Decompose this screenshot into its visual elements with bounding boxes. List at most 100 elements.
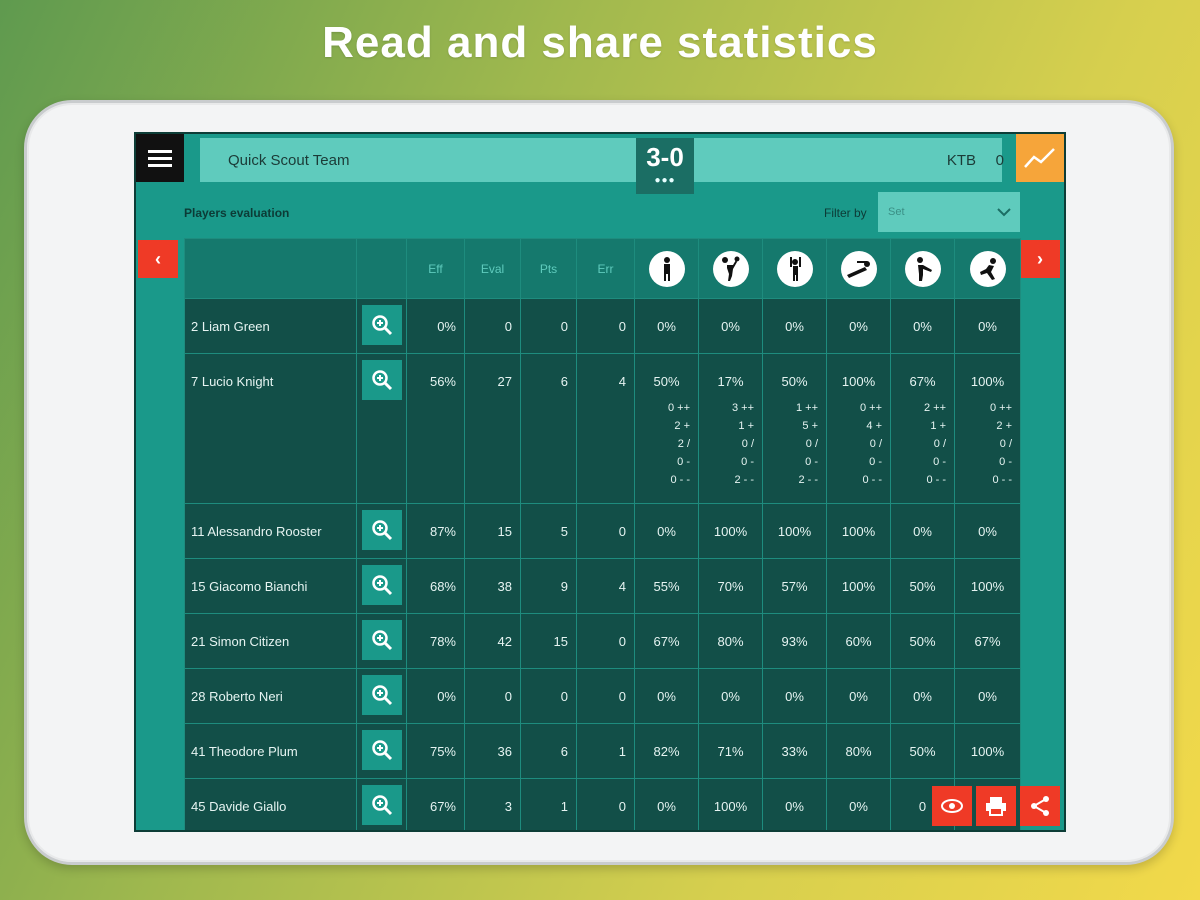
breakdown-line: 2 + — [674, 420, 690, 432]
line-chart-icon — [1024, 148, 1055, 168]
skill-cell: 0% — [890, 668, 955, 724]
skill-cell: 0% — [762, 668, 827, 724]
skill-percent: 80% — [717, 634, 744, 649]
eval-value: 38 — [464, 558, 521, 614]
skill-percent: 50% — [909, 634, 936, 649]
skill-percent: 0% — [849, 799, 868, 814]
player-name[interactable]: 21 Simon Citizen — [184, 613, 357, 669]
skill-cell: 0% — [634, 503, 699, 559]
header-skill-block[interactable] — [762, 238, 827, 299]
skill-cell: 50% — [890, 613, 955, 669]
header-name — [184, 238, 357, 299]
skill-cell: 57% — [762, 558, 827, 614]
skill-cell: 0% — [698, 298, 763, 354]
skill-percent: 93% — [781, 634, 808, 649]
breakdown-line: 0 - — [741, 456, 754, 468]
skill-percent: 0% — [721, 319, 740, 334]
skill-cell: 67% 2 ++ 1 + 0 / 0 - 0 - - — [890, 353, 955, 504]
pts-value: 15 — [520, 613, 577, 669]
eff-value: 68% — [406, 558, 465, 614]
score-box[interactable]: 3-0 ●●● — [636, 138, 694, 194]
prev-page-button[interactable]: ‹ — [138, 240, 178, 278]
skill-percent: 57% — [781, 579, 808, 594]
skill-percent: 0% — [657, 524, 676, 539]
table-row[interactable]: 41 Theodore Plum 75% 36 6 1 82% 71% 33% 80% 50% 10… — [184, 723, 1021, 779]
table-row[interactable]: 21 Simon Citizen 78% 42 15 0 67% 80% 93% 60% 50% 6… — [184, 613, 1021, 669]
eff-value: 78% — [406, 613, 465, 669]
skill-percent: 0% — [913, 319, 932, 334]
player-name[interactable]: 7 Lucio Knight — [184, 353, 357, 504]
skill-cell: 0% — [826, 298, 891, 354]
breakdown-line: 0 - - — [926, 474, 946, 486]
app-screen: Quick Scout Team KTB 0 3-0 ●●● Players e… — [134, 132, 1066, 832]
header-pts[interactable]: Pts — [520, 238, 577, 299]
header-skill-dig[interactable] — [826, 238, 891, 299]
eff-value: 0% — [406, 298, 465, 354]
skill-cell: 50% — [890, 723, 955, 779]
players-table: Eff Eval Pts Err 2 Liam Green 0% 0 0 0 0… — [184, 238, 1021, 830]
header-eff[interactable]: Eff — [406, 238, 465, 299]
skill-percent: 0% — [978, 524, 997, 539]
menu-button[interactable] — [136, 134, 184, 182]
share-button[interactable] — [1020, 786, 1060, 826]
breakdown-line: 2 - - — [734, 474, 754, 486]
header-skill-serve[interactable] — [634, 238, 699, 299]
skill-cell: 0% — [954, 668, 1021, 724]
filter-select[interactable]: Set — [878, 192, 1020, 232]
player-name[interactable]: 11 Alessandro Rooster — [184, 503, 357, 559]
skill-percent: 100% — [713, 524, 748, 539]
skill-cell: 0% — [954, 298, 1021, 354]
player-name[interactable]: 28 Roberto Neri — [184, 668, 357, 724]
breakdown-line: 0 - — [933, 456, 946, 468]
zoom-button[interactable] — [361, 305, 402, 345]
skill-percent: 0% — [657, 689, 676, 704]
skill-percent: 50% — [653, 374, 680, 389]
header-skill-reception[interactable] — [890, 238, 955, 299]
trend-chart-button[interactable] — [1016, 134, 1064, 182]
skill-cell: 80% — [826, 723, 891, 779]
zoom-button[interactable] — [361, 620, 402, 660]
table-row[interactable]: 11 Alessandro Rooster 87% 15 5 0 0% 100% 100% 10… — [184, 503, 1021, 559]
player-name[interactable]: 15 Giacomo Bianchi — [184, 558, 357, 614]
breakdown-line: 0 / — [933, 438, 946, 450]
eye-icon — [941, 799, 963, 813]
next-page-button[interactable]: › — [1020, 240, 1060, 278]
breakdown-line: 0 / — [999, 438, 1012, 450]
skill-percent: 82% — [653, 744, 680, 759]
zoom-button[interactable] — [361, 510, 402, 550]
chevron-right-icon: › — [1037, 248, 1043, 269]
skill-percent: 50% — [909, 744, 936, 759]
zoom-button[interactable] — [361, 675, 402, 715]
zoom-button[interactable] — [361, 360, 402, 400]
zoom-button[interactable] — [361, 565, 402, 605]
home-team-name[interactable]: Quick Scout Team — [228, 152, 349, 169]
away-team-name[interactable]: KTB — [947, 152, 976, 169]
table-row[interactable]: 7 Lucio Knight 56% 27 6 4 50% 0 ++ 2 + 2 / 0 - 0 -… — [184, 353, 1021, 504]
skill-cell: 0% — [698, 668, 763, 724]
player-name[interactable]: 45 Davide Giallo — [184, 778, 357, 830]
zoom-button[interactable] — [361, 730, 402, 770]
view-button[interactable] — [932, 786, 972, 826]
zoom-in-icon — [371, 369, 393, 391]
breakdown-line: 5 + — [802, 420, 818, 432]
table-row[interactable]: 15 Giacomo Bianchi 68% 38 9 4 55% 70% 57% 100% 50… — [184, 558, 1021, 614]
header-eval[interactable]: Eval — [464, 238, 521, 299]
skill-cell: 50% 1 ++ 5 + 0 / 0 - 2 - - — [762, 353, 827, 504]
table-row[interactable]: 45 Davide Giallo 67% 3 1 0 0% 100% 0% 0% 0 — [184, 778, 1021, 830]
pts-value: 6 — [520, 723, 577, 779]
table-row[interactable]: 28 Roberto Neri 0% 0 0 0 0% 0% 0% 0% 0% 0% — [184, 668, 1021, 724]
table-row[interactable]: 2 Liam Green 0% 0 0 0 0% 0% 0% 0% 0% 0% — [184, 298, 1021, 354]
pts-value: 0 — [520, 668, 577, 724]
skill-cell: 67% — [634, 613, 699, 669]
zoom-button[interactable] — [361, 785, 402, 825]
player-name[interactable]: 41 Theodore Plum — [184, 723, 357, 779]
header-skill-attack[interactable] — [698, 238, 763, 299]
pts-value: 0 — [520, 298, 577, 354]
skill-percent: 0% — [913, 689, 932, 704]
skill-percent: 100% — [970, 744, 1005, 759]
print-button[interactable] — [976, 786, 1016, 826]
player-name[interactable]: 2 Liam Green — [184, 298, 357, 354]
breakdown-line: 0 - - — [670, 474, 690, 486]
header-err[interactable]: Err — [576, 238, 635, 299]
header-skill-set[interactable] — [954, 238, 1021, 299]
